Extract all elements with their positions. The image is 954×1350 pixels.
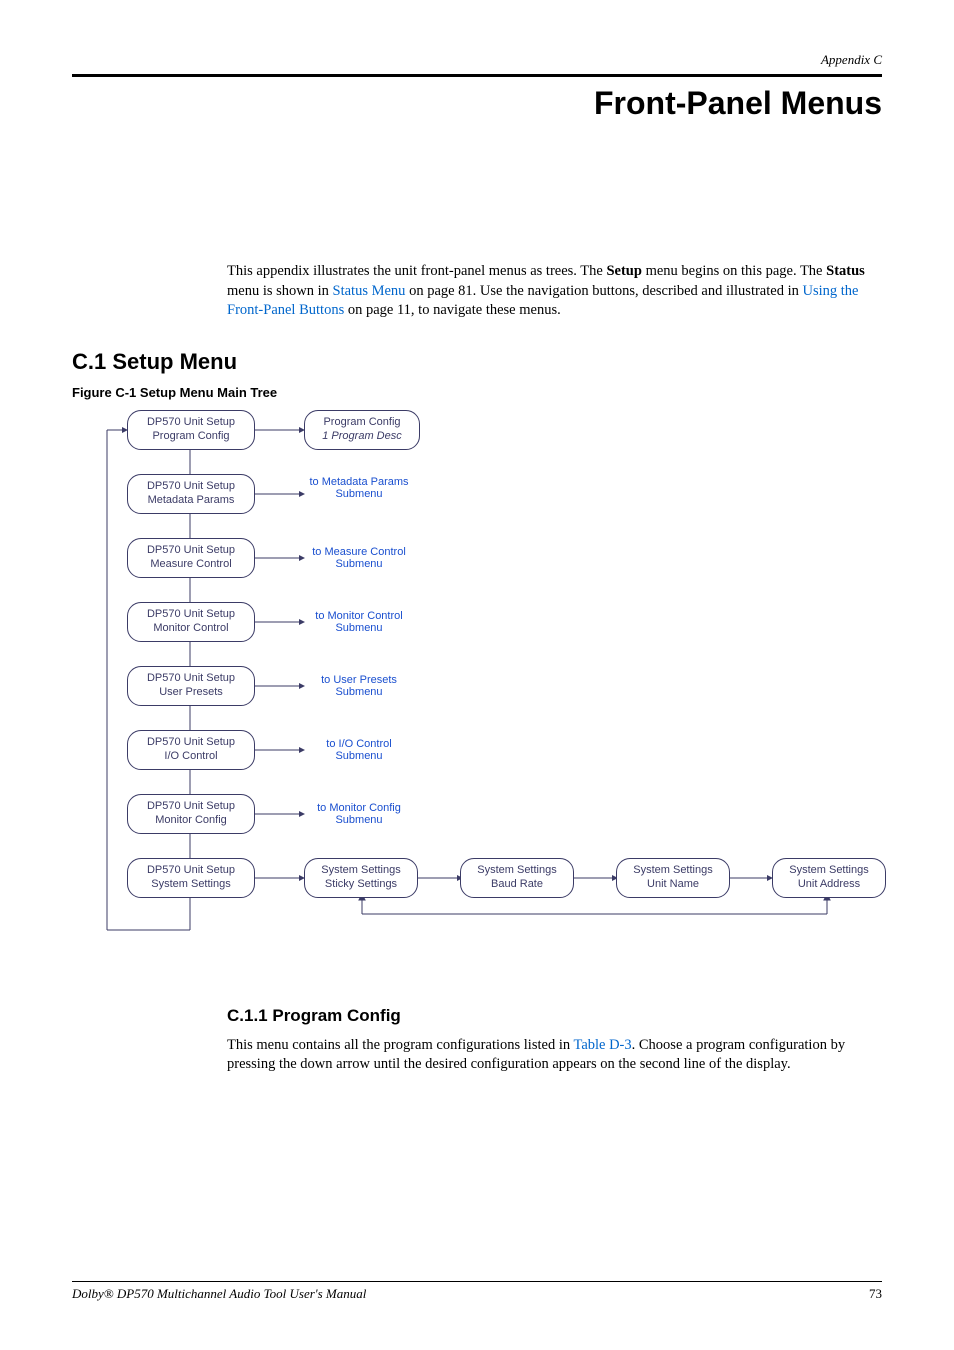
intro-t5: menu is shown in <box>227 283 333 299</box>
program-config-paragraph: This menu contains all the program confi… <box>227 1036 882 1075</box>
program-config-heading: C.1.1 Program Config <box>227 1006 882 1026</box>
node-measure-control: DP570 Unit Setup Measure Control <box>127 538 255 578</box>
node-unit-address: System Settings Unit Address <box>772 858 886 898</box>
intro-t1: This appendix illustrates the unit front… <box>227 263 606 279</box>
footer-rule <box>72 1281 882 1282</box>
node-io-control: DP570 Unit Setup I/O Control <box>127 730 255 770</box>
chapter-title: Front-Panel Menus <box>72 85 882 122</box>
node-user-presets: DP570 Unit Setup User Presets <box>127 666 255 706</box>
footer-page-number: 73 <box>869 1286 882 1302</box>
sublink-user-presets[interactable]: to User Presets Submenu <box>304 674 414 699</box>
node-sticky-settings: System Settings Sticky Settings <box>304 858 418 898</box>
footer-manual-title: Dolby® DP570 Multichannel Audio Tool Use… <box>72 1286 366 1302</box>
node-unit-name: System Settings Unit Name <box>616 858 730 898</box>
node-monitor-config: DP570 Unit Setup Monitor Config <box>127 794 255 834</box>
sublink-monitor-config[interactable]: to Monitor Config Submenu <box>304 802 414 827</box>
node-program-config-detail: Program Config 1 Program Desc <box>304 410 420 450</box>
figure-caption: Figure C-1 Setup Menu Main Tree <box>72 385 882 400</box>
intro-status-bold: Status <box>826 263 865 279</box>
setup-menu-diagram: DP570 Unit Setup Program Config DP570 Un… <box>72 406 882 966</box>
link-table-d3[interactable]: Table D-3 <box>573 1037 631 1053</box>
setup-menu-heading: C.1 Setup Menu <box>72 349 882 375</box>
intro-paragraph: This appendix illustrates the unit front… <box>227 262 882 321</box>
intro-t3: menu begins on this page. The <box>642 263 826 279</box>
node-monitor-control: DP570 Unit Setup Monitor Control <box>127 602 255 642</box>
intro-setup-bold: Setup <box>606 263 641 279</box>
pc-t1: This menu contains all the program confi… <box>227 1037 573 1053</box>
header-rule <box>72 74 882 77</box>
node-metadata-params: DP570 Unit Setup Metadata Params <box>127 474 255 514</box>
node-baud-rate: System Settings Baud Rate <box>460 858 574 898</box>
header-appendix: Appendix C <box>72 52 882 68</box>
sublink-monitor-control[interactable]: to Monitor Control Submenu <box>304 610 414 635</box>
node-program-config: DP570 Unit Setup Program Config <box>127 410 255 450</box>
sublink-metadata-params[interactable]: to Metadata Params Submenu <box>304 476 414 501</box>
sublink-measure-control[interactable]: to Measure Control Submenu <box>304 546 414 571</box>
page-footer: Dolby® DP570 Multichannel Audio Tool Use… <box>72 1281 882 1302</box>
sublink-io-control[interactable]: to I/O Control Submenu <box>304 738 414 763</box>
intro-t7: on page 11, to navigate these menus. <box>344 302 561 318</box>
intro-t6: on page 81. Use the navigation buttons, … <box>405 283 802 299</box>
link-status-menu[interactable]: Status Menu <box>333 283 406 299</box>
node-system-settings: DP570 Unit Setup System Settings <box>127 858 255 898</box>
